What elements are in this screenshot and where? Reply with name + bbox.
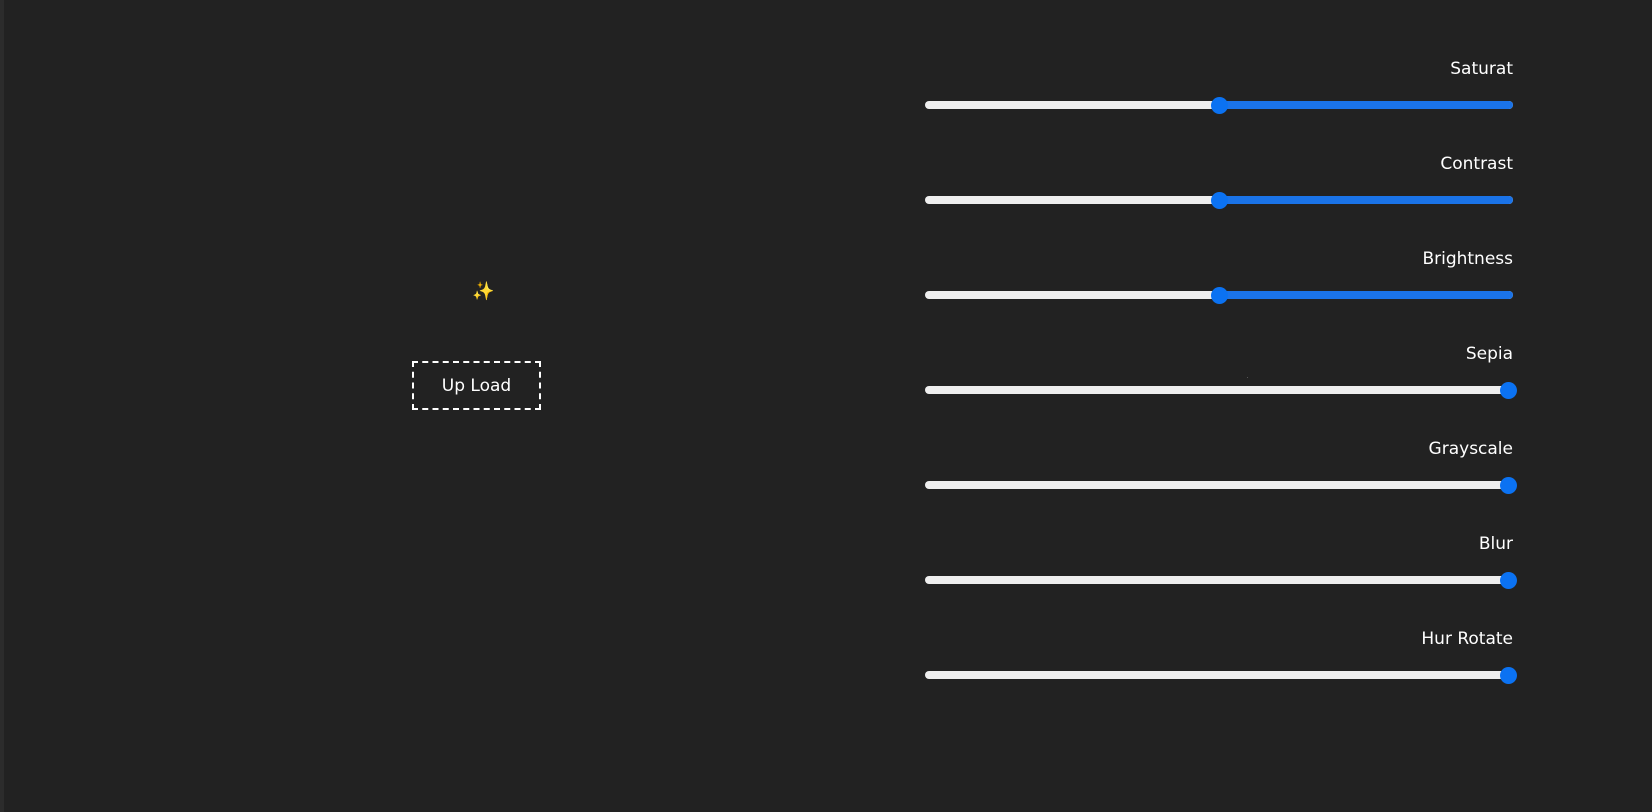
contrast-slider-thumb[interactable] <box>1211 192 1228 209</box>
brightness-slider-thumb[interactable] <box>1211 287 1228 304</box>
brightness-slider-fill <box>1219 291 1513 299</box>
photo-editor-app: ✨ Up Load Saturat Contrast Brightness Se… <box>0 0 1652 812</box>
sepia-slider[interactable] <box>925 382 1517 399</box>
blur-slider[interactable] <box>925 572 1517 589</box>
upload-button[interactable]: Up Load <box>412 361 541 410</box>
blur-slider-thumb[interactable] <box>1500 572 1517 589</box>
grayscale-slider[interactable] <box>925 477 1517 494</box>
saturate-label: Saturat <box>1450 59 1513 79</box>
grayscale-slider-thumb[interactable] <box>1500 477 1517 494</box>
brightness-slider[interactable] <box>925 287 1513 304</box>
brightness-label: Brightness <box>1422 249 1513 269</box>
grayscale-control: Grayscale <box>925 438 1517 533</box>
contrast-slider-fill <box>1219 196 1513 204</box>
contrast-slider[interactable] <box>925 192 1513 209</box>
saturate-slider[interactable] <box>925 97 1513 114</box>
blur-label: Blur <box>1478 534 1513 554</box>
sparkles-icon: ✨ <box>472 281 495 302</box>
hue-rotate-slider[interactable] <box>925 667 1517 684</box>
hue-rotate-label: Hur Rotate <box>1421 629 1513 649</box>
saturate-control: Saturat <box>925 58 1515 153</box>
saturate-slider-thumb[interactable] <box>1211 97 1228 114</box>
blur-control: Blur <box>925 533 1517 628</box>
window-edge <box>0 0 4 812</box>
hue-rotate-control: Hur Rotate <box>925 628 1517 723</box>
saturate-slider-fill <box>1219 101 1513 109</box>
contrast-control: Contrast <box>925 153 1515 248</box>
contrast-label: Contrast <box>1440 154 1513 174</box>
sepia-slider-thumb[interactable] <box>1500 382 1517 399</box>
sepia-label: Sepia <box>1465 344 1513 364</box>
brightness-control: Brightness <box>925 248 1515 343</box>
grayscale-label: Grayscale <box>1428 439 1513 459</box>
upload-button-label: Up Load <box>441 375 512 396</box>
sepia-control: Sepia <box>925 343 1517 438</box>
hue-rotate-slider-thumb[interactable] <box>1500 667 1517 684</box>
